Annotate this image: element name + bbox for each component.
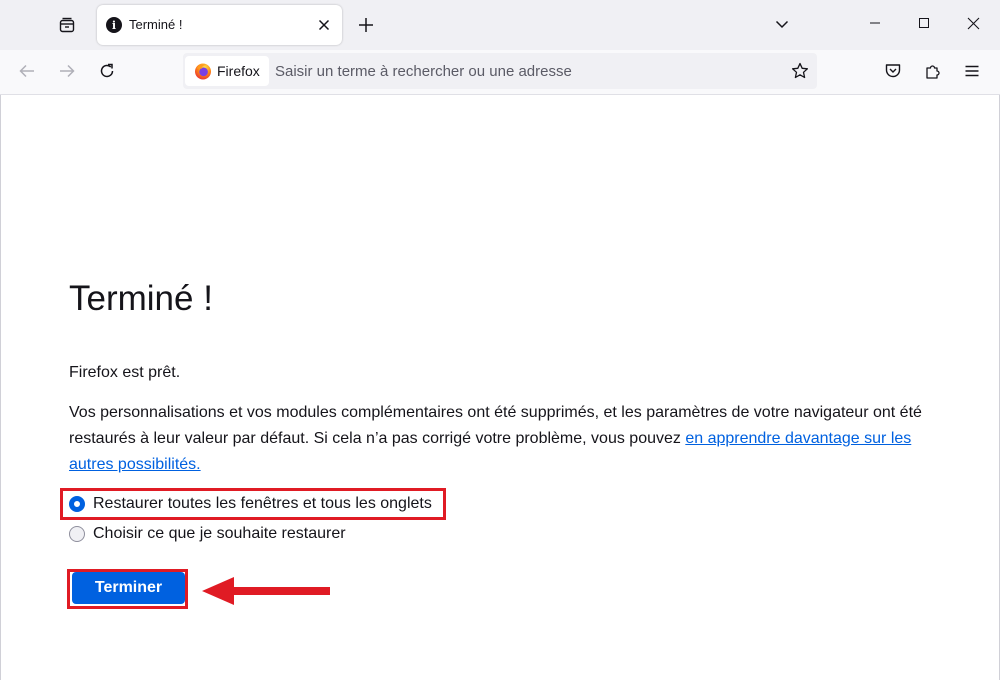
- list-all-tabs-button[interactable]: [768, 10, 796, 38]
- firefox-view-icon: [59, 17, 75, 33]
- pocket-button[interactable]: [878, 56, 908, 86]
- radio-button-unchecked[interactable]: [69, 526, 85, 542]
- page-title: Terminé !: [69, 279, 213, 318]
- annotation-highlight-button: [67, 569, 188, 609]
- identity-box[interactable]: Firefox: [185, 56, 269, 86]
- bookmark-star-button[interactable]: [787, 58, 813, 84]
- maximize-icon: [919, 18, 929, 28]
- reload-button[interactable]: [92, 56, 122, 86]
- minimize-icon: [870, 22, 880, 24]
- tab-title: Terminé !: [129, 17, 183, 32]
- window-close-button[interactable]: [948, 0, 998, 46]
- hamburger-menu-icon: [965, 65, 979, 77]
- tab-close-button[interactable]: [313, 14, 335, 36]
- description-text: Vos personnalisations et vos modules com…: [69, 400, 939, 478]
- pocket-icon: [885, 64, 901, 78]
- reload-icon: [100, 63, 114, 78]
- chevron-down-icon: [775, 20, 789, 29]
- arrow-right-icon: [60, 64, 75, 78]
- app-menu-button[interactable]: [957, 56, 987, 86]
- close-icon: [318, 19, 330, 31]
- forward-button[interactable]: [52, 56, 82, 86]
- tab-strip: i Terminé !: [0, 0, 1000, 50]
- annotation-arrow-icon: [202, 577, 330, 605]
- back-button[interactable]: [12, 56, 42, 86]
- choose-restore-label: Choisir ce que je souhaite restaurer: [93, 525, 346, 542]
- info-icon: i: [106, 17, 122, 33]
- arrow-left-icon: [19, 64, 34, 78]
- minimize-button[interactable]: [850, 0, 900, 46]
- url-input[interactable]: [275, 59, 775, 83]
- tab-active[interactable]: i Terminé !: [97, 5, 342, 45]
- star-icon: [791, 62, 809, 79]
- plus-icon: [359, 18, 373, 32]
- navigation-toolbar: Firefox: [0, 50, 1000, 95]
- ready-message: Firefox est prêt.: [69, 364, 181, 381]
- new-tab-button[interactable]: [352, 10, 380, 40]
- close-icon: [967, 17, 979, 29]
- url-bar[interactable]: Firefox: [183, 53, 817, 89]
- maximize-button[interactable]: [899, 0, 949, 46]
- identity-label: Firefox: [217, 63, 260, 79]
- firefox-view-button[interactable]: [52, 10, 82, 40]
- puzzle-piece-icon: [926, 65, 940, 79]
- annotation-highlight-option: [60, 488, 446, 520]
- extensions-button[interactable]: [918, 56, 948, 86]
- firefox-logo-icon: [195, 63, 211, 80]
- choose-restore-option[interactable]: Choisir ce que je souhaite restaurer: [69, 521, 346, 547]
